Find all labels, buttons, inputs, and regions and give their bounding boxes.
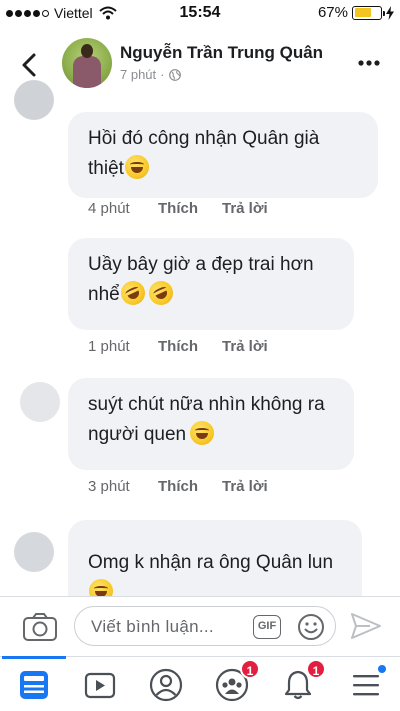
wifi-icon: [99, 6, 117, 20]
comment-bubble[interactable]: suýt chút nữa nhìn không ra người quen: [68, 378, 354, 470]
menu-notification-dot: [378, 665, 386, 673]
rofl-emoji-icon: [116, 277, 149, 309]
globe-icon: [168, 68, 181, 81]
comment-composer: Viết bình luận... GIF: [0, 596, 400, 656]
comment-text: Hồi đó công nhận Quân già: [88, 128, 320, 149]
carrier-name: Viettel: [54, 5, 93, 21]
reply-button[interactable]: Trả lời: [222, 338, 268, 355]
author-name[interactable]: Nguyễn Trần Trung Quân: [120, 43, 323, 63]
post-header: Nguyễn Trần Trung Quân 7 phút ·: [0, 30, 400, 100]
tab-groups[interactable]: 1: [212, 659, 260, 705]
comment-time: 4 phút: [88, 200, 130, 217]
battery-icon: [352, 5, 385, 20]
comment-item: Hồi đó công nhận Quân già thiệt 4 phút T…: [0, 80, 400, 230]
back-icon[interactable]: [18, 52, 42, 78]
like-button[interactable]: Thích: [158, 200, 222, 217]
post-meta: 7 phút ·: [120, 67, 181, 82]
comment-item: suýt chút nữa nhìn không ra người quen 3…: [0, 378, 400, 508]
groups-badge: 1: [240, 659, 260, 679]
comment-text: thiệt: [88, 158, 124, 179]
signal-icon: [6, 9, 49, 17]
comment-actions: 1 phút Thích Trả lời: [88, 338, 268, 355]
signal-area: Viettel: [6, 5, 117, 21]
comment-avatar[interactable]: [20, 382, 60, 422]
comment-text: người quen: [88, 424, 187, 445]
tab-profile[interactable]: [146, 665, 186, 705]
comment-time: 1 phút: [88, 338, 130, 355]
comment-bubble[interactable]: Hồi đó công nhận Quân già thiệt: [68, 112, 378, 198]
comment-item: Omg k nhận ra ông Quân lun: [0, 518, 400, 596]
tab-watch[interactable]: [80, 665, 120, 705]
comment-text: suýt chút nữa nhìn không ra: [88, 394, 325, 415]
profile-icon: [149, 668, 183, 702]
status-bar: Viettel 15:54 67%: [0, 0, 400, 28]
reply-button[interactable]: Trả lời: [222, 200, 268, 217]
battery-percent: 67%: [317, 4, 348, 21]
tab-menu[interactable]: [346, 665, 386, 705]
more-icon[interactable]: [358, 60, 380, 66]
notifications-badge: 1: [306, 659, 326, 679]
tab-notifications[interactable]: 1: [278, 659, 326, 705]
laughing-emoji-icon: [124, 155, 149, 179]
comment-time: 3 phút: [88, 478, 130, 495]
comment-actions: 3 phút Thích Trả lời: [88, 478, 268, 495]
tab-news-feed[interactable]: [2, 656, 66, 705]
comment-bubble[interactable]: Uầy bây giờ a đẹp trai hơn nhể: [68, 238, 354, 330]
send-icon[interactable]: [350, 612, 382, 640]
meta-separator: ·: [160, 67, 165, 82]
like-button[interactable]: Thích: [158, 478, 222, 495]
laughing-emoji-icon: [89, 579, 113, 596]
comment-actions: 4 phút Thích Trả lời: [88, 200, 268, 217]
watch-icon: [84, 672, 116, 699]
gif-icon[interactable]: GIF: [253, 615, 281, 639]
comment-text: Uầy bây giờ a đẹp trai hơn: [88, 254, 314, 275]
comment-input-placeholder: Viết bình luận...: [91, 617, 214, 636]
laughing-emoji-icon: [190, 421, 215, 445]
emoji-icon[interactable]: [297, 613, 325, 641]
post-time: 7 phút: [120, 67, 157, 82]
camera-icon[interactable]: [22, 612, 58, 642]
battery-area: 67%: [318, 4, 394, 21]
comment-avatar[interactable]: [14, 80, 54, 120]
feed-icon: [20, 671, 48, 699]
avatar[interactable]: [62, 38, 112, 88]
like-button[interactable]: Thích: [158, 338, 222, 355]
comment-item: Uầy bây giờ a đẹp trai hơn nhể 1 phút Th…: [0, 238, 400, 368]
rofl-emoji-icon: [144, 277, 177, 309]
reply-button[interactable]: Trả lời: [222, 478, 268, 495]
comment-input[interactable]: Viết bình luận... GIF: [74, 606, 336, 646]
comment-text: nhể: [88, 284, 120, 305]
comment-bubble[interactable]: Omg k nhận ra ông Quân lun: [68, 520, 362, 596]
bottom-tab-bar: 1 1: [0, 656, 400, 711]
comment-text: Omg k nhận ra ông Quân lun: [88, 552, 334, 573]
comment-avatar[interactable]: [14, 532, 54, 572]
charging-icon: [386, 5, 394, 20]
